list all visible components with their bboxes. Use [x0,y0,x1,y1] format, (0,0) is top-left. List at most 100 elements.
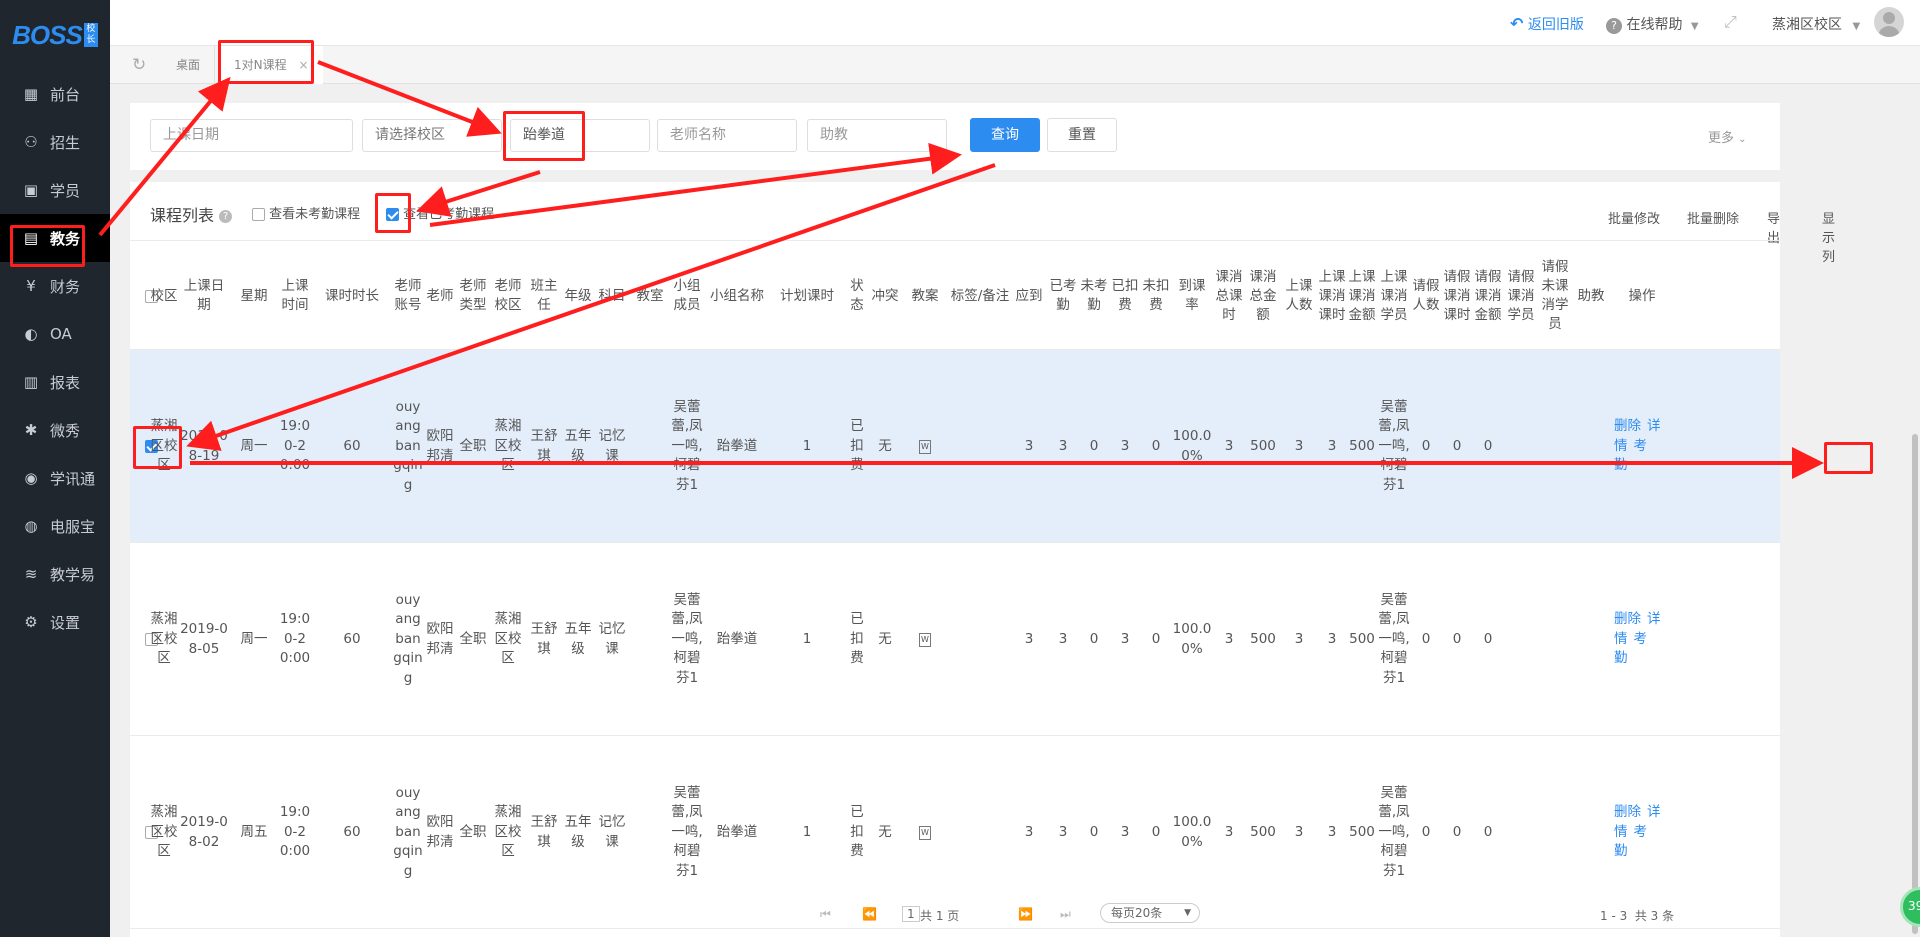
scroll-thumb[interactable] [1912,434,1918,934]
campus-switcher[interactable]: 蒸湘区校区 ▼ [1772,14,1860,34]
date-input[interactable]: 上课日期 [150,119,353,152]
cell-account: ouyangbangqing [393,398,423,493]
batch-delete-button[interactable]: 批量删除 [1687,208,1739,227]
refresh-icon[interactable]: ↻ [118,46,160,84]
fullscreen-icon[interactable]: ⤢ [1724,12,1737,32]
tab-1toN-course[interactable]: 1对N课程 × [220,46,323,84]
cell-teacher: 欧阳邦清 [426,621,454,657]
column-header: 校区 [150,287,178,304]
sidebar-item-4[interactable]: ¥ 财务 [0,262,110,310]
sidebar-item-5[interactable]: ◐ OA [0,310,110,358]
attended-filter[interactable]: 查看已考勤课程 [386,203,494,222]
cell-tag [950,543,1010,736]
caret-down-icon: ▼ [1690,21,1699,32]
cell-date: 2019-08-19 [180,428,228,464]
sidebar-item-7[interactable]: ✱ 微秀 [0,406,110,454]
brand-logo[interactable]: BOSS 校长 [0,0,110,70]
last-page-icon[interactable]: ⏭ [1060,907,1071,922]
more-filters-toggle[interactable]: 更多 ⌄ [1708,127,1747,146]
document-icon[interactable]: W [919,439,931,454]
cell-total_amount: 500 [1250,437,1276,454]
table-row[interactable]: 蒸湘区校区 2019-08-05 周一 19:00-20:00 60 ouyangbang… [130,543,1780,736]
prev-page-icon[interactable]: ⏪ [862,907,877,921]
scrollbar[interactable] [1910,84,1920,937]
cell-type: 全职 [459,630,487,647]
caret-down-icon: ▼ [1852,21,1861,32]
first-page-icon[interactable]: ⏮ [820,907,831,922]
column-header: 请假课消金额 [1474,268,1502,323]
page-size-select[interactable]: 每页20条 ▼ [1100,903,1200,923]
column-header: 已扣费 [1111,278,1139,313]
document-icon[interactable]: W [919,825,931,840]
sidebar-item-8[interactable]: ◉ 学讯通 [0,454,110,502]
sidebar-item-label: 教学易 [50,565,96,584]
sidebar-item-label: 学员 [50,181,81,200]
cell-date: 2019-08-05 [180,621,228,657]
unattended-checkbox[interactable] [252,208,265,221]
sidebar-item-10[interactable]: ≋ 教学易 [0,550,110,598]
course-name-input[interactable]: 跆拳道 [510,119,650,152]
cell-room [630,350,670,543]
display-columns-button[interactable]: 显示列 [1822,208,1835,265]
cell-leave_unpaid [1538,543,1572,736]
query-button[interactable]: 查询 [970,118,1040,152]
column-header: 请假未课消学员 [1541,259,1569,332]
column-header: 请假人数 [1412,278,1440,313]
teacher-name-input[interactable]: 老师名称 [657,119,797,152]
column-header: 老师账号 [394,278,422,313]
toggle-icon: ◐ [24,325,38,343]
online-help-dropdown[interactable]: ? 在线帮助 ▼ [1606,14,1699,34]
column-header: 课消总金额 [1249,268,1277,323]
cell-unattended: 0 [1089,630,1099,647]
document-icon[interactable]: W [919,632,931,647]
cell-subject: 记忆课 [598,621,626,657]
batch-edit-button[interactable]: 批量修改 [1608,208,1660,227]
sidebar-item-9[interactable]: ◍ 电服宝 [0,502,110,550]
sidebar-item-3[interactable]: ▤ 教务 [0,214,110,262]
column-header: 上课课消学员 [1380,268,1408,323]
sidebar-item-6[interactable]: ▥ 报表 [0,358,110,406]
column-header: 助教 [1577,287,1605,304]
date-placeholder: 上课日期 [163,127,219,143]
help-circle-icon[interactable]: ? [219,210,233,223]
yen-icon: ¥ [26,277,36,295]
annotation-box-attendance-link [1824,442,1873,474]
sidebar-item-0[interactable]: ▦ 前台 [0,70,110,118]
assistant-input[interactable]: 助教 [807,119,947,152]
sidebar-item-1[interactable]: ⚇ 招生 [0,118,110,166]
delete-link[interactable]: 删除 [1614,611,1641,627]
cell-class_count: 3 [1294,630,1304,647]
column-header: 班主任 [530,278,558,313]
column-header: 请假课消学员 [1507,268,1535,323]
avatar[interactable] [1874,7,1904,37]
cell-charged: 3 [1120,630,1130,647]
cell-type: 全职 [459,437,487,454]
column-header: 课消总课时 [1215,268,1243,323]
sidebar-item-11[interactable]: ⚙ 设置 [0,598,110,646]
tab-desk[interactable]: 桌面 [162,46,216,84]
sidebar-item-label: 电服宝 [50,517,96,536]
campus-placeholder: 请选择校区 [375,127,445,143]
next-page-icon[interactable]: ⏩ [1018,907,1033,921]
floating-badge[interactable]: 39 [1900,887,1920,927]
cell-duration: 60 [343,630,361,647]
location-icon: ◉ [24,469,38,487]
cell-teacher: 欧阳邦清 [426,428,454,464]
table-row[interactable]: 蒸湘区校区 2019-08-19 周一 19:00-20:00 60 ouyangbang… [130,350,1780,543]
column-header: 上课人数 [1285,278,1313,313]
attended-checkbox[interactable] [386,208,399,221]
close-icon[interactable]: × [298,58,308,72]
delete-link[interactable]: 删除 [1614,804,1641,820]
sidebar-item-2[interactable]: ▣ 学员 [0,166,110,214]
page-number-input[interactable]: 1 [902,906,920,922]
reset-button[interactable]: 重置 [1047,118,1117,152]
cell-leave_hours: 0 [1452,437,1462,454]
delete-link[interactable]: 删除 [1614,418,1641,434]
cell-group: 跆拳道 [716,630,758,647]
column-header: 冲突 [871,287,899,304]
campus-select[interactable]: 请选择校区 [362,119,502,152]
page-summary: 1 - 3 共 3 条 [1600,909,1675,923]
unattended-filter[interactable]: 查看未考勤课程 [252,203,360,222]
student-icon: ▣ [23,181,39,199]
back-old-version-link[interactable]: ↶ 返回旧版 [1510,14,1584,34]
